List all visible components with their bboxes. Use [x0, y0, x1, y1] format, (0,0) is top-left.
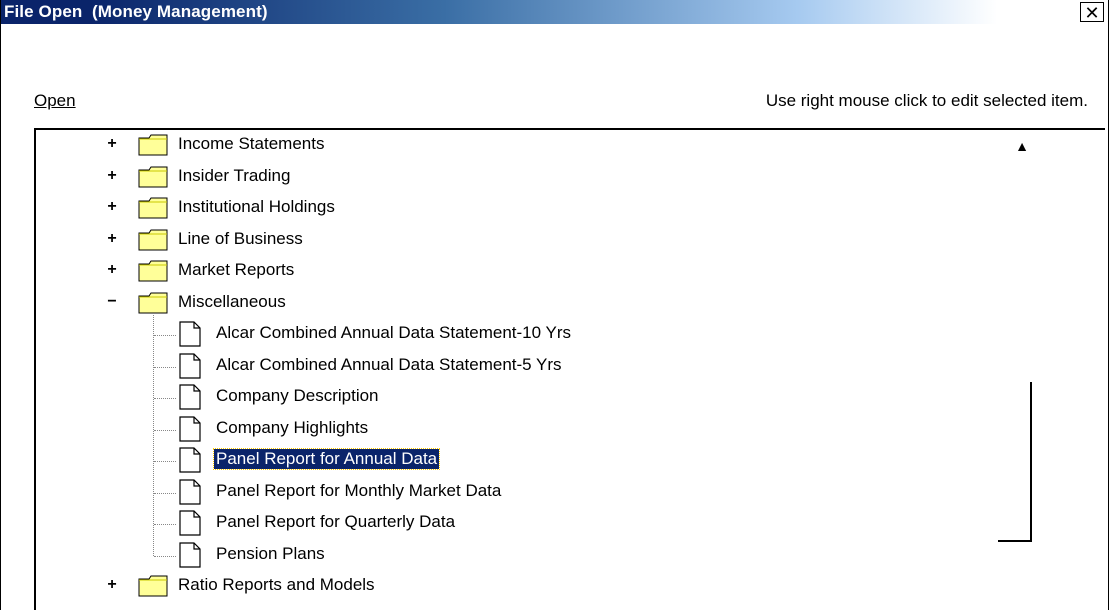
report-label[interactable]: Alcar Combined Annual Data Statement-5 Y…: [214, 355, 564, 375]
tree-folder[interactable]: + Income Statements: [36, 130, 1036, 160]
open-label: Open: [34, 91, 76, 111]
report-label[interactable]: Alcar Combined Annual Data Statement-10 …: [214, 323, 573, 343]
close-icon: ✕: [1084, 3, 1100, 23]
expand-icon[interactable]: +: [106, 577, 118, 593]
edit-hint: Use right mouse click to edit selected i…: [765, 91, 1088, 110]
tree-item[interactable]: Company Highlights: [36, 414, 1036, 444]
tree-item[interactable]: Alcar Combined Annual Data Statement-5 Y…: [36, 351, 1036, 381]
folder-label[interactable]: Market Reports: [178, 260, 294, 280]
expand-icon[interactable]: +: [106, 136, 118, 152]
open-label-text: Open: [34, 91, 76, 110]
tree-item[interactable]: Panel Report for Annual Data: [36, 445, 1036, 475]
tree-folder[interactable]: + Market Reports: [36, 256, 1036, 286]
tree-folder[interactable]: + Insider Trading: [36, 162, 1036, 192]
folder-label[interactable]: Ratio Reports and Models: [178, 575, 375, 595]
report-label[interactable]: Company Highlights: [214, 418, 370, 438]
tree-item[interactable]: Panel Report for Monthly Market Data: [36, 477, 1036, 507]
tree-connector: [154, 335, 176, 336]
document-icon: [178, 478, 202, 505]
document-icon: [178, 384, 202, 410]
folder-label[interactable]: Insider Trading: [178, 166, 290, 186]
report-label[interactable]: Panel Report for Quarterly Data: [214, 512, 457, 532]
title-bar[interactable]: File Open (Money Management) ✕: [1, 0, 1108, 24]
document-icon: [178, 415, 202, 442]
folder-icon: [138, 229, 168, 251]
tree-connector: [154, 366, 176, 368]
tree-folder[interactable]: + Line of Business: [36, 225, 1036, 255]
expand-icon[interactable]: +: [106, 167, 118, 183]
tree-connector: [154, 555, 176, 557]
folder-label[interactable]: Miscellaneous: [178, 292, 286, 312]
folder-icon: [138, 134, 168, 156]
document-icon: [178, 510, 202, 536]
report-label[interactable]: Pension Plans: [214, 544, 327, 564]
tree-connector: [154, 429, 176, 431]
tree-connector: [154, 492, 176, 494]
tree-item[interactable]: Panel Report for Quarterly Data: [36, 508, 1036, 538]
expand-icon[interactable]: +: [106, 199, 118, 215]
tree-item[interactable]: Company Description: [36, 382, 1036, 412]
tree-item[interactable]: Alcar Combined Annual Data Statement-10 …: [36, 319, 1036, 349]
report-label[interactable]: Company Description: [214, 386, 381, 406]
tree-folder[interactable]: + Institutional Holdings: [36, 193, 1036, 223]
collapse-icon[interactable]: −: [106, 293, 118, 309]
document-icon: [178, 447, 202, 473]
tree-item[interactable]: Pension Plans: [36, 540, 1036, 570]
expand-icon[interactable]: +: [106, 262, 118, 278]
folder-label[interactable]: Line of Business: [178, 229, 303, 249]
folder-icon: [138, 166, 168, 188]
folder-icon: [138, 575, 168, 597]
document-icon: [178, 321, 202, 347]
folder-icon: [138, 197, 168, 219]
folder-icon: [138, 260, 168, 282]
folder-label[interactable]: Institutional Holdings: [178, 197, 335, 217]
tree-folder[interactable]: − Miscellaneous: [36, 288, 1036, 318]
folder-icon: [138, 292, 168, 314]
report-label[interactable]: Panel Report for Monthly Market Data: [214, 481, 503, 501]
expand-icon[interactable]: +: [106, 230, 118, 246]
document-icon: [178, 541, 202, 568]
close-button[interactable]: ✕: [1080, 2, 1104, 23]
tree-connector: [154, 524, 176, 525]
folder-label[interactable]: Income Statements: [178, 134, 324, 154]
tree-folder[interactable]: + Ratio Reports and Models: [36, 571, 1036, 601]
selected-report-label[interactable]: Panel Report for Annual Data: [212, 448, 441, 470]
document-icon: [178, 352, 202, 379]
report-tree[interactable]: ▲ + Income Statements + Insider Trading + Ins…: [34, 128, 1105, 610]
tree-connector: [154, 398, 176, 399]
tree-connector-vertical: [153, 315, 154, 556]
file-open-dialog: File Open (Money Management) ✕ Open Use …: [0, 0, 1109, 610]
tree-connector: [154, 461, 176, 462]
window-title: File Open (Money Management): [4, 2, 268, 21]
